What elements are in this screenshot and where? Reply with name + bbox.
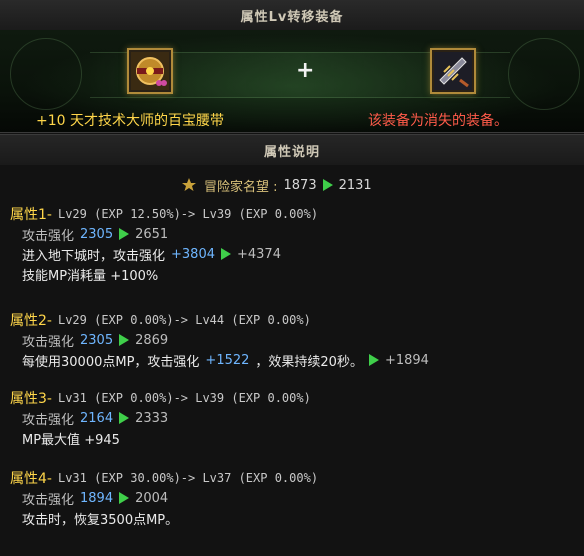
- attribute-4-name: 属性4-: [10, 471, 52, 487]
- attribute-4-extra-1: 攻击时，恢复3500点MP。: [22, 508, 178, 528]
- attribute-3-extra-1-text: MP最大值 +945: [22, 432, 120, 448]
- source-item-slot[interactable]: [127, 48, 173, 94]
- decor-ring-left: [10, 38, 82, 110]
- attribute-2-stat-label: 攻击强化: [22, 334, 75, 350]
- attribute-3-level: Lv31 (EXP 0.00%)-> Lv39 (EXP 0.00%): [57, 391, 311, 405]
- fame-to: 2131: [338, 177, 372, 193]
- attribute-3-header: 属性3- Lv31 (EXP 0.00%)-> Lv39 (EXP 0.00%): [10, 388, 311, 408]
- attribute-1-stat-to: 2651: [135, 226, 169, 242]
- attribute-4-extra-1-text: 攻击时，恢复3500点MP。: [22, 512, 179, 528]
- attribute-1-extra-2-text: 技能MP消耗量 +100%: [22, 268, 159, 284]
- attribute-3-name: 属性3-: [10, 391, 52, 407]
- arrow-right-icon: [368, 354, 379, 366]
- fame-from: 1873: [283, 177, 317, 193]
- attribute-1-stat: 攻击强化 2305 2651: [22, 224, 168, 244]
- arrow-right-icon: [119, 492, 130, 504]
- attribute-3-stat-to: 2333: [135, 410, 169, 426]
- attribute-2-stat-from: 2305: [80, 332, 114, 348]
- attribute-4-level: Lv31 (EXP 30.00%)-> Lv37 (EXP 0.00%): [57, 471, 319, 485]
- attribute-2-header: 属性2- Lv29 (EXP 0.00%)-> Lv44 (EXP 0.00%): [10, 310, 311, 330]
- decor-ring-right: [508, 38, 580, 110]
- attribute-2-extra-1-from: +1522: [205, 352, 250, 368]
- arrow-right-icon: [119, 334, 130, 346]
- attribute-3-stat-label: 攻击强化: [22, 412, 75, 428]
- window-title: 属性Lv转移装备: [240, 9, 344, 25]
- window-title-bar: 属性Lv转移装备: [0, 0, 584, 31]
- attribute-4-stat: 攻击强化 1894 2004: [22, 488, 168, 508]
- attribute-2-level: Lv29 (EXP 0.00%)-> Lv44 (EXP 0.00%): [57, 313, 311, 327]
- arrow-right-icon: [322, 179, 333, 191]
- attribute-1-stat-label: 攻击强化: [22, 228, 75, 244]
- attribute-section-header: 属性说明: [0, 134, 584, 166]
- attribute-2-extra-1: 每使用30000点MP，攻击强化 +1522 ，效果持续20秒。 +1894: [22, 350, 429, 370]
- attribute-transfer-window: 属性Lv转移装备 + +10 天才技术大师的百宝腰带 该装备为消失的装备。 属性…: [0, 0, 584, 556]
- attribute-1-extra-1: 进入地下城时，攻击强化 +3804 +4374: [22, 244, 281, 264]
- attribute-2-extra-1-to: +1894: [384, 352, 429, 368]
- attribute-2-extra-1-text: 每使用30000点MP，攻击强化: [22, 354, 200, 370]
- arrow-right-icon: [221, 248, 231, 260]
- arrow-right-icon: [119, 412, 130, 424]
- belt-icon: [131, 52, 169, 90]
- fame-crest-icon: [182, 178, 196, 191]
- attribute-1-stat-from: 2305: [80, 226, 114, 242]
- attribute-3-stat-from: 2164: [80, 410, 114, 426]
- attribute-2-extra-1-mid: ，效果持续20秒。: [255, 354, 363, 370]
- source-item-name: +10 天才技术大师的百宝腰带: [36, 113, 224, 129]
- target-item-slot[interactable]: [430, 48, 476, 94]
- arrow-right-icon: [119, 228, 130, 240]
- attribute-1-extra-1-to: +4374: [237, 246, 281, 262]
- attribute-1-extra-2: 技能MP消耗量 +100%: [22, 264, 158, 284]
- attribute-2-stat-to: 2869: [135, 332, 169, 348]
- attribute-2-stat: 攻击强化 2305 2869: [22, 330, 168, 350]
- lost-item-note: 该装备为消失的装备。: [368, 113, 508, 129]
- attribute-1-extra-1-from: +3804: [171, 246, 215, 262]
- attribute-2-name: 属性2-: [10, 313, 52, 329]
- attribute-3-extra-1: MP最大值 +945: [22, 428, 120, 448]
- attribute-4-header: 属性4- Lv31 (EXP 30.00%)-> Lv37 (EXP 0.00%…: [10, 468, 318, 488]
- attribute-4-stat-from: 1894: [80, 490, 114, 506]
- claw-weapon-icon: [434, 52, 472, 90]
- attribute-1-extra-1-text: 进入地下城时，攻击强化: [22, 248, 166, 264]
- section-title: 属性说明: [263, 144, 320, 160]
- fame-label: 冒险家名望 :: [204, 179, 278, 195]
- attribute-1-header: 属性1- Lv29 (EXP 12.50%)-> Lv39 (EXP 0.00%…: [10, 204, 318, 224]
- attribute-1-level: Lv29 (EXP 12.50%)-> Lv39 (EXP 0.00%): [57, 207, 319, 221]
- adventurer-fame-row: 冒险家名望 : 1873 2131: [180, 175, 372, 195]
- attribute-1-name: 属性1-: [10, 207, 52, 223]
- attribute-3-stat: 攻击强化 2164 2333: [22, 408, 168, 428]
- attribute-4-stat-label: 攻击强化: [22, 492, 75, 508]
- plus-symbol: +: [296, 58, 315, 83]
- attribute-4-stat-to: 2004: [135, 490, 169, 506]
